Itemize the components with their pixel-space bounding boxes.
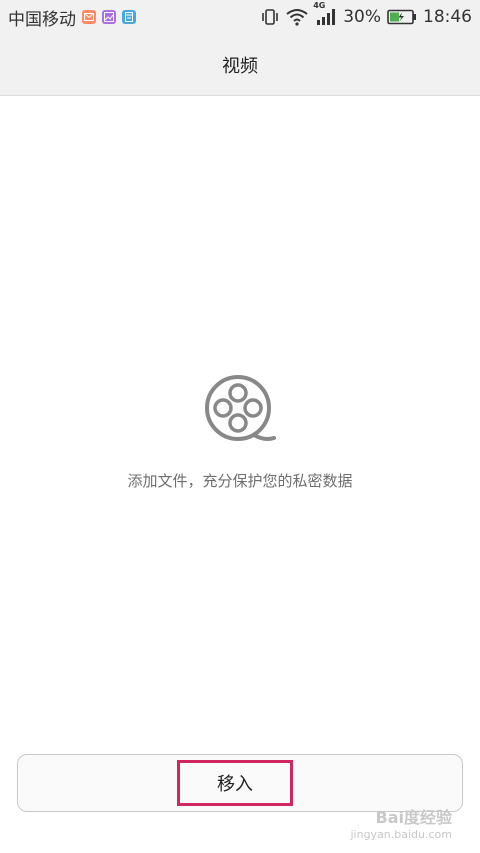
empty-state: 添加文件，充分保护您的私密数据 <box>0 372 480 491</box>
wifi-icon <box>285 8 309 26</box>
watermark: Bai度经验 jingyan.baidu.com <box>350 804 452 841</box>
watermark-logo: Bai度经验 <box>375 808 452 827</box>
vibrate-icon <box>261 9 279 25</box>
clock: 18:46 <box>423 7 472 27</box>
film-reel-icon <box>204 372 276 448</box>
status-left: 中国移动 <box>8 5 136 30</box>
move-in-highlight[interactable]: 移入 <box>177 760 293 806</box>
page-title: 视频 <box>222 55 258 77</box>
network-type-label: 4G <box>313 1 326 10</box>
signal-4g-icon: 4G <box>313 1 337 26</box>
battery-charging-icon <box>387 9 417 25</box>
gallery-icon <box>102 10 116 24</box>
calendar-icon <box>122 10 136 24</box>
battery-percent: 30% <box>343 7 381 27</box>
status-right: 4G 30% 18:46 <box>261 1 472 27</box>
carrier-name: 中国移动 <box>8 9 76 30</box>
empty-state-message: 添加文件，充分保护您的私密数据 <box>127 472 353 490</box>
status-bar: 中国移动 4G 30% 18:46 <box>0 0 480 34</box>
title-bar: 视频 <box>0 34 480 96</box>
mail-icon <box>82 10 96 24</box>
move-in-label: 移入 <box>217 774 253 795</box>
watermark-url: jingyan.baidu.com <box>350 828 452 841</box>
